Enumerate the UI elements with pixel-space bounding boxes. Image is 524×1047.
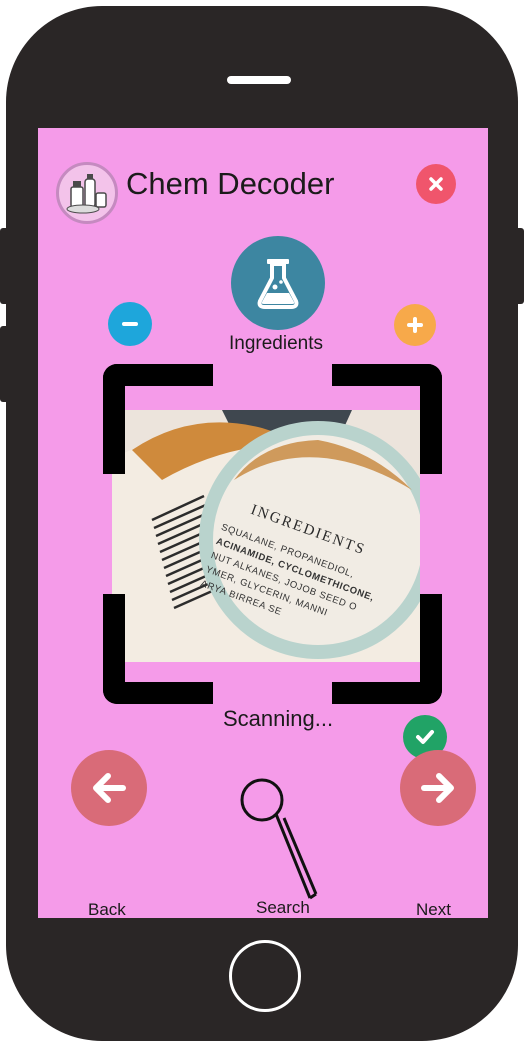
scan-frame-corner-bottom-right — [332, 594, 442, 704]
category-label: Ingredients — [229, 333, 324, 354]
search-label: Search — [256, 898, 310, 917]
scan-frame-corner-top-left — [103, 364, 213, 474]
arrow-right-icon — [421, 773, 454, 803]
next-button[interactable] — [400, 750, 476, 826]
scan-frame-corner-top-right — [332, 364, 442, 474]
earpiece-speaker — [227, 76, 291, 84]
next-label: Next — [416, 900, 451, 919]
scan-frame-corner-bottom-left — [103, 594, 213, 704]
home-button[interactable] — [229, 940, 301, 1012]
check-icon — [416, 730, 434, 744]
scan-status: Scanning... — [223, 706, 334, 731]
zoom-in-button[interactable] — [394, 304, 436, 346]
power-button — [512, 228, 524, 304]
back-label: Back — [88, 900, 126, 919]
back-button[interactable] — [71, 750, 147, 826]
ingredients-category-button[interactable] — [231, 236, 325, 330]
plus-icon — [407, 317, 423, 333]
minus-icon — [122, 322, 138, 326]
volume-up-button — [0, 228, 12, 304]
flask-icon — [257, 259, 299, 309]
app-title: Chem Decoder — [126, 166, 335, 201]
close-icon — [429, 177, 443, 191]
cosmetics-bottles-icon — [66, 174, 107, 214]
volume-down-button — [0, 326, 12, 402]
close-button[interactable] — [416, 164, 456, 204]
arrow-left-icon — [93, 773, 126, 803]
search-button[interactable] — [236, 770, 320, 900]
search-icon — [240, 778, 318, 900]
zoom-out-button[interactable] — [108, 302, 152, 346]
app-logo — [56, 162, 118, 224]
